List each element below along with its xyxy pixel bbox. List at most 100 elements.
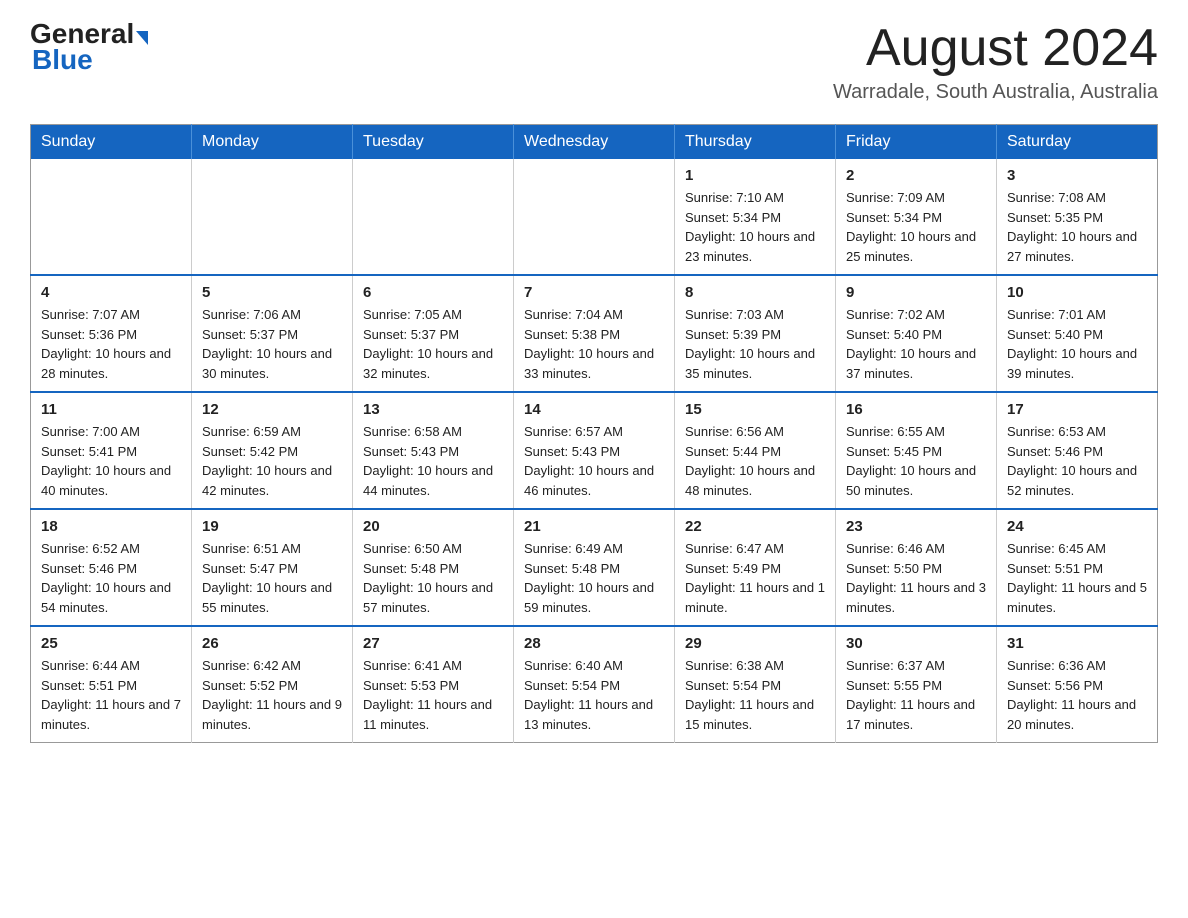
day-number: 3 — [1007, 167, 1147, 184]
day-number: 15 — [685, 401, 825, 418]
day-number: 18 — [41, 518, 181, 535]
day-number: 26 — [202, 635, 342, 652]
calendar-cell: 8 Sunrise: 7:03 AMSunset: 5:39 PMDaylight… — [675, 275, 836, 392]
day-number: 2 — [846, 167, 986, 184]
calendar-cell: 21 Sunrise: 6:49 AMSunset: 5:48 PMDayligh… — [514, 509, 675, 626]
day-number: 12 — [202, 401, 342, 418]
day-info: Sunrise: 6:36 AMSunset: 5:56 PMDaylight:… — [1007, 656, 1147, 734]
day-info: Sunrise: 6:47 AMSunset: 5:49 PMDaylight:… — [685, 539, 825, 617]
day-number: 5 — [202, 284, 342, 301]
calendar-cell: 18 Sunrise: 6:52 AMSunset: 5:46 PMDayligh… — [31, 509, 192, 626]
calendar-table: Sunday Monday Tuesday Wednesday Thursday… — [30, 124, 1158, 743]
day-info: Sunrise: 6:49 AMSunset: 5:48 PMDaylight:… — [524, 539, 664, 617]
day-number: 4 — [41, 284, 181, 301]
day-info: Sunrise: 7:07 AMSunset: 5:36 PMDaylight:… — [41, 305, 181, 383]
day-info: Sunrise: 7:06 AMSunset: 5:37 PMDaylight:… — [202, 305, 342, 383]
day-number: 21 — [524, 518, 664, 535]
col-friday: Friday — [836, 125, 997, 160]
calendar-cell: 23 Sunrise: 6:46 AMSunset: 5:50 PMDayligh… — [836, 509, 997, 626]
calendar-cell: 12Sunrise: 6:59 AMSunset: 5:42 PMDayligh… — [192, 392, 353, 509]
logo-blue: Blue — [30, 44, 93, 76]
logo-arrow-icon — [136, 31, 148, 45]
col-tuesday: Tuesday — [353, 125, 514, 160]
day-info: Sunrise: 7:01 AMSunset: 5:40 PMDaylight:… — [1007, 305, 1147, 383]
day-info: Sunrise: 6:55 AMSunset: 5:45 PMDaylight:… — [846, 422, 986, 500]
day-number: 11 — [41, 401, 181, 418]
day-info: Sunrise: 6:53 AMSunset: 5:46 PMDaylight:… — [1007, 422, 1147, 500]
calendar-cell: 1 Sunrise: 7:10 AMSunset: 5:34 PMDaylight… — [675, 159, 836, 275]
day-number: 19 — [202, 518, 342, 535]
day-info: Sunrise: 7:02 AMSunset: 5:40 PMDaylight:… — [846, 305, 986, 383]
calendar-cell: 20Sunrise: 6:50 AMSunset: 5:48 PMDayligh… — [353, 509, 514, 626]
calendar-header-row: Sunday Monday Tuesday Wednesday Thursday… — [31, 125, 1158, 160]
day-info: Sunrise: 7:04 AMSunset: 5:38 PMDaylight:… — [524, 305, 664, 383]
day-number: 28 — [524, 635, 664, 652]
col-sunday: Sunday — [31, 125, 192, 160]
day-info: Sunrise: 6:58 AMSunset: 5:43 PMDaylight:… — [363, 422, 503, 500]
location-title: Warradale, South Australia, Australia — [833, 81, 1158, 104]
day-number: 7 — [524, 284, 664, 301]
calendar-week-row: 4 Sunrise: 7:07 AMSunset: 5:36 PMDaylight… — [31, 275, 1158, 392]
day-number: 23 — [846, 518, 986, 535]
calendar-cell: 22 Sunrise: 6:47 AMSunset: 5:49 PMDayligh… — [675, 509, 836, 626]
calendar-cell: 19Sunrise: 6:51 AMSunset: 5:47 PMDayligh… — [192, 509, 353, 626]
col-thursday: Thursday — [675, 125, 836, 160]
calendar-cell: 31 Sunrise: 6:36 AMSunset: 5:56 PMDayligh… — [997, 626, 1158, 743]
day-number: 22 — [685, 518, 825, 535]
calendar-cell: 4 Sunrise: 7:07 AMSunset: 5:36 PMDaylight… — [31, 275, 192, 392]
day-info: Sunrise: 7:05 AMSunset: 5:37 PMDaylight:… — [363, 305, 503, 383]
calendar-week-row: 1 Sunrise: 7:10 AMSunset: 5:34 PMDaylight… — [31, 159, 1158, 275]
logo: General Blue — [30, 20, 148, 76]
calendar-cell — [353, 159, 514, 275]
calendar-cell: 26 Sunrise: 6:42 AMSunset: 5:52 PMDayligh… — [192, 626, 353, 743]
day-number: 30 — [846, 635, 986, 652]
day-info: Sunrise: 6:44 AMSunset: 5:51 PMDaylight:… — [41, 656, 181, 734]
day-number: 27 — [363, 635, 503, 652]
calendar-cell: 5 Sunrise: 7:06 AMSunset: 5:37 PMDaylight… — [192, 275, 353, 392]
calendar-cell: 14Sunrise: 6:57 AMSunset: 5:43 PMDayligh… — [514, 392, 675, 509]
col-monday: Monday — [192, 125, 353, 160]
day-info: Sunrise: 6:52 AMSunset: 5:46 PMDaylight:… — [41, 539, 181, 617]
day-number: 9 — [846, 284, 986, 301]
day-number: 29 — [685, 635, 825, 652]
calendar-week-row: 11Sunrise: 7:00 AMSunset: 5:41 PMDayligh… — [31, 392, 1158, 509]
calendar-cell: 28 Sunrise: 6:40 AMSunset: 5:54 PMDayligh… — [514, 626, 675, 743]
day-number: 1 — [685, 167, 825, 184]
calendar-cell: 2 Sunrise: 7:09 AMSunset: 5:34 PMDaylight… — [836, 159, 997, 275]
calendar-week-row: 18 Sunrise: 6:52 AMSunset: 5:46 PMDayligh… — [31, 509, 1158, 626]
page-header: General Blue August 2024 Warradale, Sout… — [30, 20, 1158, 104]
calendar-cell: 30 Sunrise: 6:37 AMSunset: 5:55 PMDayligh… — [836, 626, 997, 743]
calendar-cell: 16 Sunrise: 6:55 AMSunset: 5:45 PMDayligh… — [836, 392, 997, 509]
calendar-cell: 9 Sunrise: 7:02 AMSunset: 5:40 PMDaylight… — [836, 275, 997, 392]
day-info: Sunrise: 7:03 AMSunset: 5:39 PMDaylight:… — [685, 305, 825, 383]
day-info: Sunrise: 6:45 AMSunset: 5:51 PMDaylight:… — [1007, 539, 1147, 617]
calendar-cell — [192, 159, 353, 275]
day-number: 16 — [846, 401, 986, 418]
calendar-cell: 13 Sunrise: 6:58 AMSunset: 5:43 PMDayligh… — [353, 392, 514, 509]
day-number: 10 — [1007, 284, 1147, 301]
day-number: 8 — [685, 284, 825, 301]
day-number: 24 — [1007, 518, 1147, 535]
day-info: Sunrise: 7:09 AMSunset: 5:34 PMDaylight:… — [846, 188, 986, 266]
day-number: 20 — [363, 518, 503, 535]
day-info: Sunrise: 6:37 AMSunset: 5:55 PMDaylight:… — [846, 656, 986, 734]
day-info: Sunrise: 7:10 AMSunset: 5:34 PMDaylight:… — [685, 188, 825, 266]
day-info: Sunrise: 6:56 AMSunset: 5:44 PMDaylight:… — [685, 422, 825, 500]
day-info: Sunrise: 6:40 AMSunset: 5:54 PMDaylight:… — [524, 656, 664, 734]
day-info: Sunrise: 6:41 AMSunset: 5:53 PMDaylight:… — [363, 656, 503, 734]
calendar-cell: 7 Sunrise: 7:04 AMSunset: 5:38 PMDaylight… — [514, 275, 675, 392]
day-info: Sunrise: 6:46 AMSunset: 5:50 PMDaylight:… — [846, 539, 986, 617]
day-number: 6 — [363, 284, 503, 301]
calendar-cell: 3 Sunrise: 7:08 AMSunset: 5:35 PMDaylight… — [997, 159, 1158, 275]
calendar-cell: 27 Sunrise: 6:41 AMSunset: 5:53 PMDayligh… — [353, 626, 514, 743]
day-number: 31 — [1007, 635, 1147, 652]
day-info: Sunrise: 7:08 AMSunset: 5:35 PMDaylight:… — [1007, 188, 1147, 266]
day-number: 13 — [363, 401, 503, 418]
calendar-week-row: 25Sunrise: 6:44 AMSunset: 5:51 PMDayligh… — [31, 626, 1158, 743]
calendar-cell: 6 Sunrise: 7:05 AMSunset: 5:37 PMDaylight… — [353, 275, 514, 392]
calendar-cell — [514, 159, 675, 275]
day-info: Sunrise: 6:42 AMSunset: 5:52 PMDaylight:… — [202, 656, 342, 734]
title-area: August 2024 Warradale, South Australia, … — [833, 20, 1158, 104]
month-title: August 2024 — [833, 20, 1158, 77]
day-number: 17 — [1007, 401, 1147, 418]
